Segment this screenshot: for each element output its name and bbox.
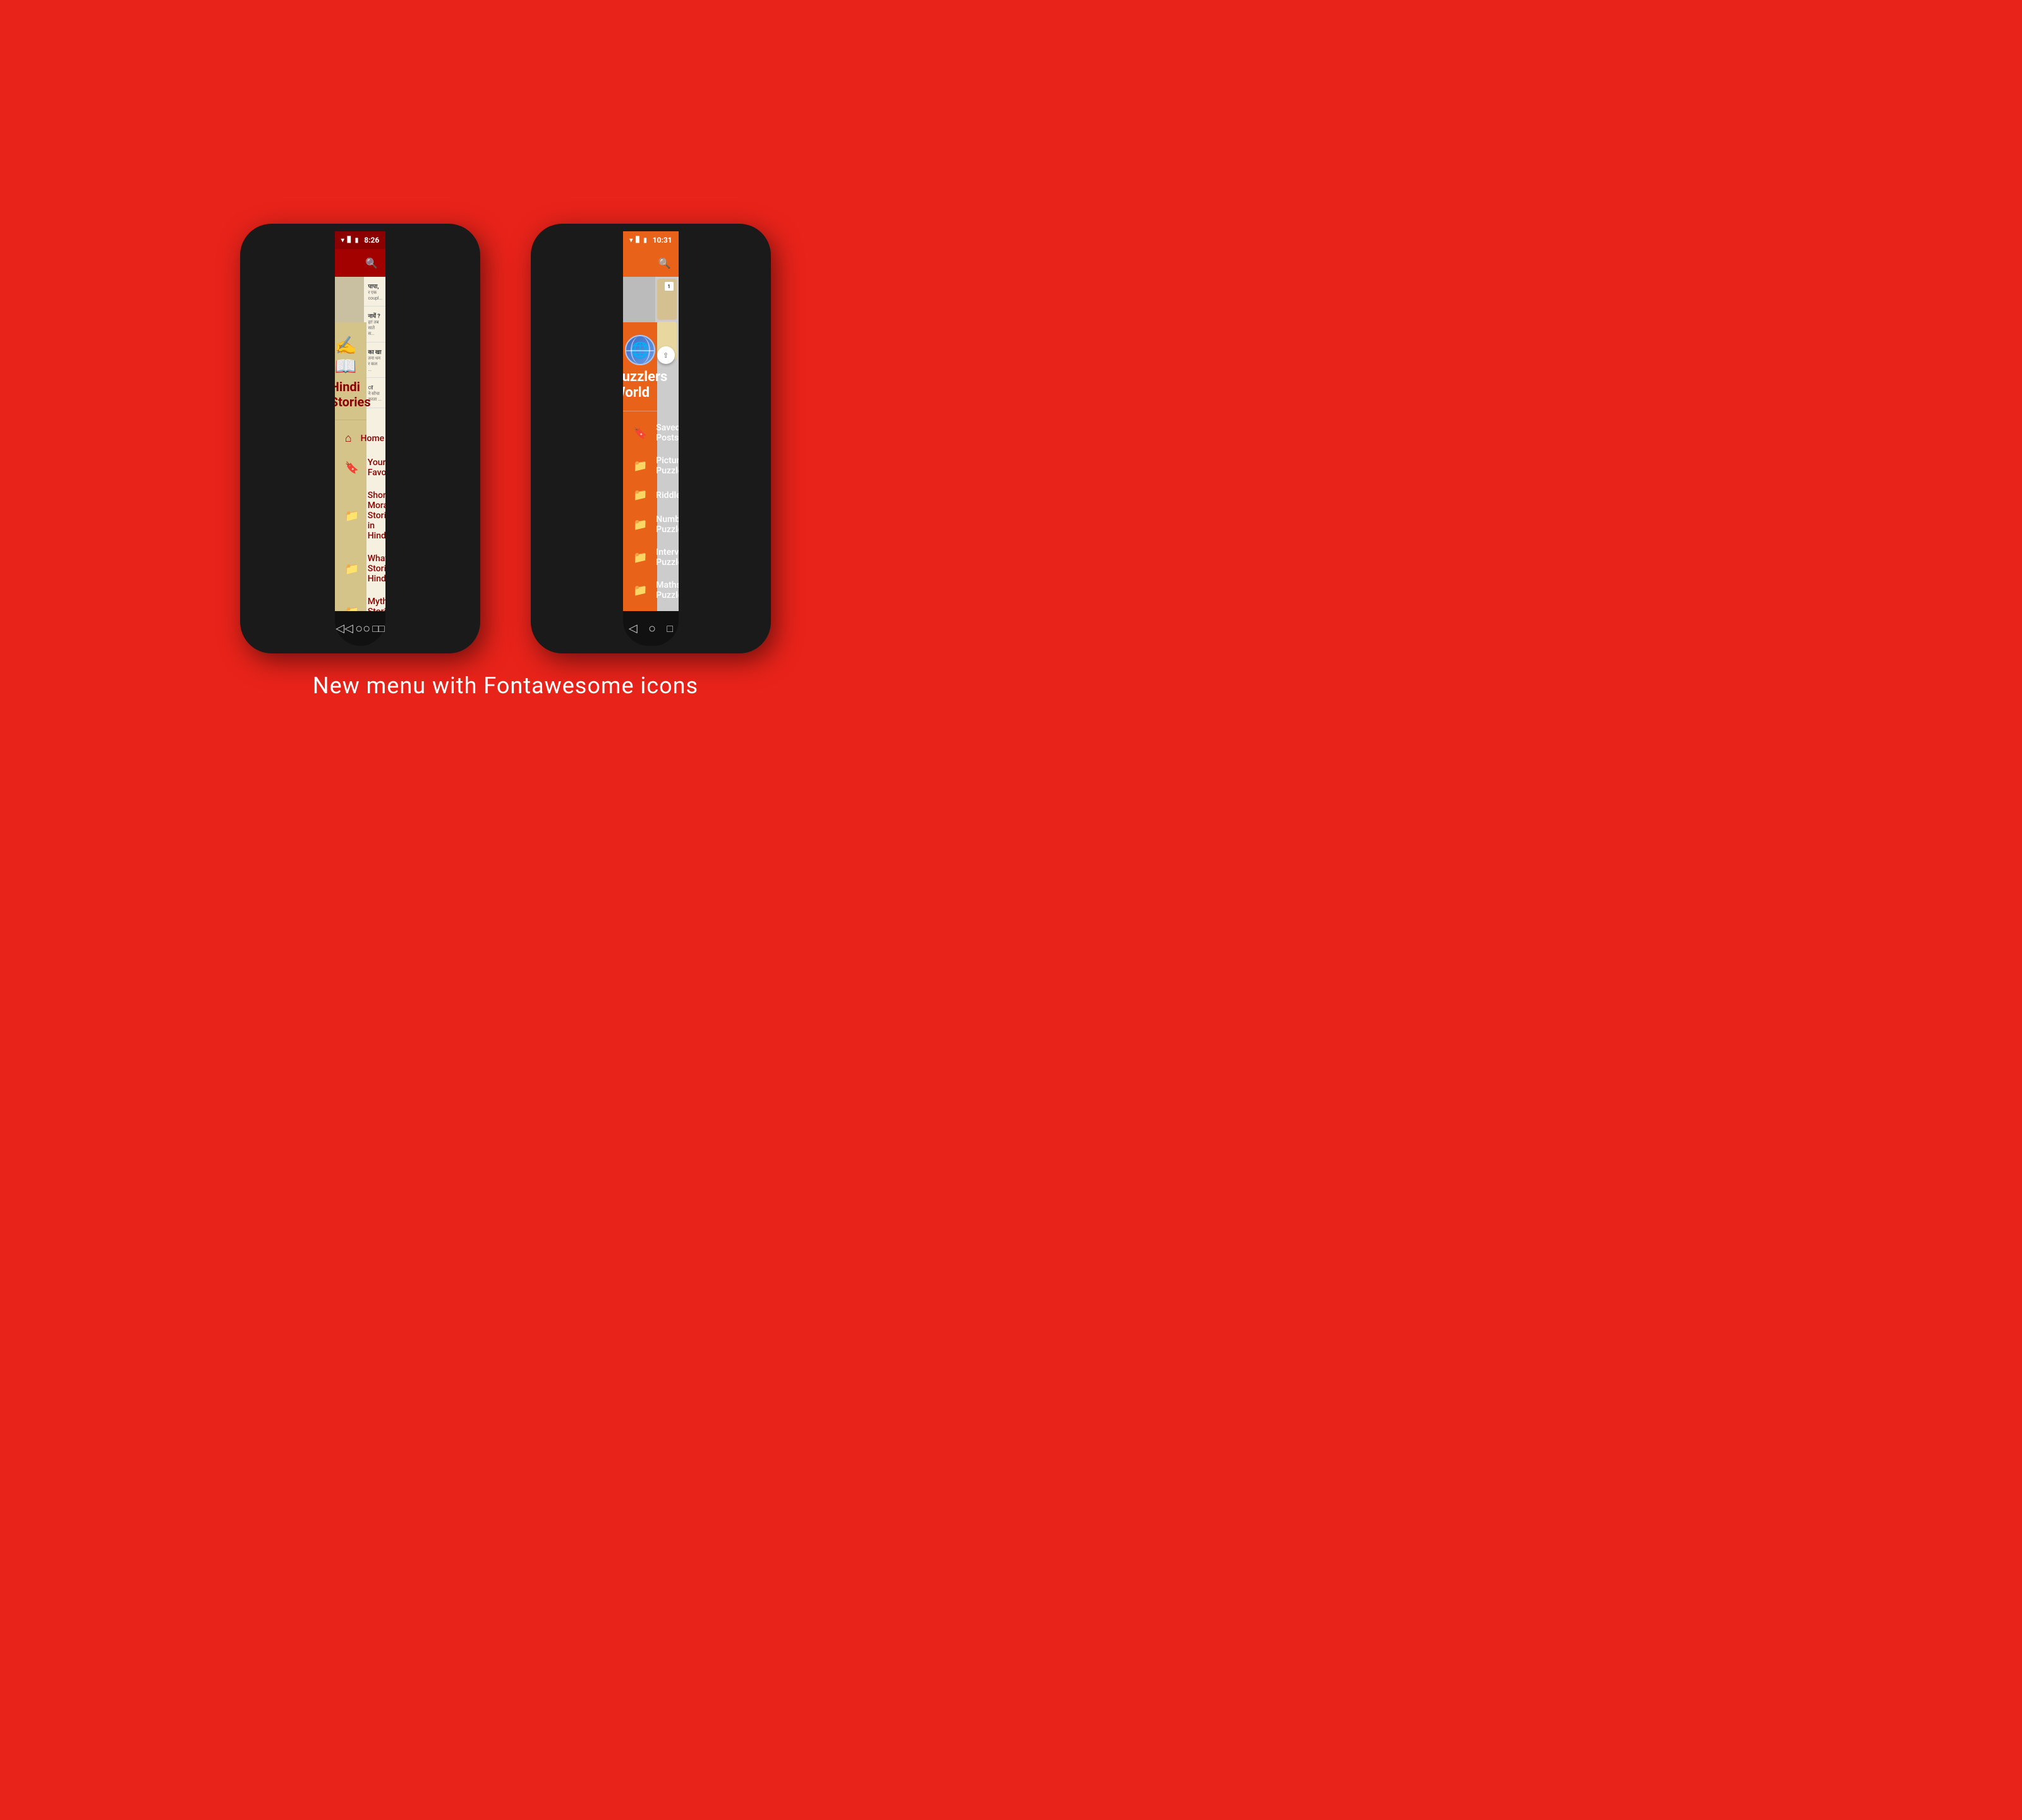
phone2-home-button[interactable]: ○ — [648, 621, 656, 636]
phone2-folder-icon-1: 📁 — [633, 459, 647, 473]
phone2-bottom-nav: ◁ ○ □ — [623, 611, 678, 646]
phone1-screen: ▾ ▊ ▮ 8:26 🔍 पापा, र एक coupl... — [335, 231, 386, 646]
phone1-content-item-1: पापा, र एक coupl... — [364, 277, 385, 306]
phone1-menu-short-stories-label: Short Moral Stories in Hindi — [368, 490, 386, 541]
phone2-folder-icon-3: 📁 — [633, 518, 647, 531]
phone1-drawer-logo: ✍📖 Hindi Stories — [335, 335, 366, 420]
phone2-folder-icon-4: 📁 — [633, 551, 647, 564]
phone1-menu-short-stories[interactable]: 📁 Short Moral Stories in Hindi — [335, 484, 366, 547]
phone1-content-title-2: नायें ? — [368, 312, 382, 320]
phone1-drawer-title: Hindi Stories — [335, 379, 371, 410]
phone2-menu-interview-puzzles-label: Interview Puzzles — [656, 547, 678, 567]
phone2-menu-rate-us[interactable]: ↗ Rate Us on PlayStore — [623, 607, 657, 611]
phone1: ▾ ▊ ▮ 8:26 🔍 पापा, र एक coupl... — [240, 224, 480, 653]
phone2-card-1: 1 — [657, 279, 677, 320]
phone1-back-button[interactable]: ◁ — [336, 622, 353, 635]
phone1-content-item-2: नायें ? हा! तब साते स... — [364, 306, 385, 343]
phone2-app-header: 🔍 — [623, 249, 678, 277]
phones-container: ▾ ▊ ▮ 8:26 🔍 पापा, र एक coupl... — [240, 224, 771, 653]
phone1-content-text-3: तना धन र कल ... — [368, 356, 382, 372]
phone1-content-title-1: पापा, — [368, 282, 382, 290]
phone1-menu-home-label: Home — [361, 434, 385, 444]
phone2-status-icons: ▾ ▊ ▮ 10:31 — [629, 236, 672, 245]
phone2-folder-icon-2: 📁 — [633, 488, 647, 502]
phone2-menu-maths-puzzles-label: Maths Puzzles — [656, 580, 678, 600]
phone2-menu-maths-puzzles[interactable]: 📁 Maths Puzzles — [623, 574, 657, 607]
phone1-recent-button[interactable]: □ — [372, 622, 384, 635]
phone2-share-button[interactable]: ⇪ — [657, 346, 675, 364]
phone2-menu-number-puzzles-label: Number Puzzles — [656, 514, 678, 535]
phone2-menu-picture-puzzles-label: Picture Puzzles — [656, 456, 678, 476]
phone1-status-bar: ▾ ▊ ▮ 8:26 — [335, 231, 386, 249]
phone2-back-button[interactable]: ◁ — [629, 622, 638, 635]
phone1-menu-mythological[interactable]: 📁 Mythological Stories in Hindi — [335, 590, 366, 611]
phone1-menu-mythological-label: Mythological Stories in Hindi — [368, 597, 386, 611]
phone1-time: 8:26 — [364, 236, 379, 245]
phone2-menu-riddles-label: Riddles — [656, 490, 678, 500]
phone2-menu-saved-posts-label: Saved Posts — [656, 423, 678, 443]
phone1-menu-whatsapp-stories[interactable]: 📁 WhatsApp Stories in Hindi — [335, 547, 366, 590]
phone1-content-text-1: र एक coupl... — [368, 290, 382, 301]
phone2-search-icon[interactable]: 🔍 — [658, 257, 671, 269]
phone2-drawer-logo: 🌐 Puzzlers World — [623, 335, 657, 411]
phone1-folder-icon-2: 📁 — [345, 562, 359, 576]
phone2-recent-button[interactable]: □ — [667, 622, 673, 635]
phone1-content-title-3: का खा — [368, 348, 382, 356]
phone1-folder-icon-3: 📁 — [345, 605, 359, 612]
page-caption: New menu with Fontawesome icons — [313, 672, 698, 699]
phone2-drawer-title: Puzzlers World — [623, 369, 667, 401]
phone1-bookmark-icon: 🔖 — [345, 461, 359, 475]
phone1-drawer: ✍📖 Hindi Stories ⌂ Home 🔖 Your Favorites… — [335, 322, 366, 611]
phone2-globe-icon: 🌐 — [625, 335, 655, 365]
phone1-content-text-2: हा! तब साते स... — [368, 320, 382, 337]
phone1-menu-favorites-label: Your Favorites — [368, 458, 386, 478]
phone2-menu-saved-posts[interactable]: 🔖 Saved Posts — [623, 416, 657, 449]
phone2-time: 10:31 — [653, 236, 672, 245]
phone1-home-icon: ⌂ — [345, 432, 352, 445]
phone2-screen: ▾ ▊ ▮ 10:31 🔍 1 — [623, 231, 678, 646]
phone2-menu-interview-puzzles[interactable]: 📁 Interview Puzzles — [623, 541, 657, 574]
phone2-menu-number-puzzles[interactable]: 📁 Number Puzzles — [623, 508, 657, 541]
phone1-pen-icon: ✍📖 — [335, 335, 366, 377]
phone2-menu-riddles[interactable]: 📁 Riddles — [623, 482, 657, 508]
phone1-content-item-3: का खा तना धन र कल ... — [364, 343, 385, 378]
phone2-folder-icon-5: 📁 — [633, 584, 647, 597]
phone1-menu-favorites[interactable]: 🔖 Your Favorites — [335, 451, 366, 484]
phone1-search-icon[interactable]: 🔍 — [365, 257, 378, 269]
phone2-drawer: 🌐 Puzzlers World 🔖 Saved Posts 📁 Picture… — [623, 322, 657, 611]
phone1-app-header: 🔍 — [335, 249, 386, 277]
phone1-folder-icon-1: 📁 — [345, 509, 359, 523]
phone2: ▾ ▊ ▮ 10:31 🔍 1 — [531, 224, 771, 653]
phone1-menu-whatsapp-label: WhatsApp Stories in Hindi — [368, 554, 386, 584]
phone1-menu-home[interactable]: ⌂ Home — [335, 425, 366, 451]
phone2-bookmark-icon: 🔖 — [633, 427, 647, 440]
phone1-status-icons: ▾ ▊ ▮ 8:26 — [341, 236, 380, 245]
phone2-status-bar: ▾ ▊ ▮ 10:31 — [623, 231, 678, 249]
phone1-bottom-nav: ◁ ○ □ — [335, 611, 386, 646]
phone2-num-badge: 1 — [665, 282, 674, 291]
phone2-menu-picture-puzzles[interactable]: 📁 Picture Puzzles — [623, 449, 657, 482]
phone1-home-button[interactable]: ○ — [355, 621, 370, 636]
